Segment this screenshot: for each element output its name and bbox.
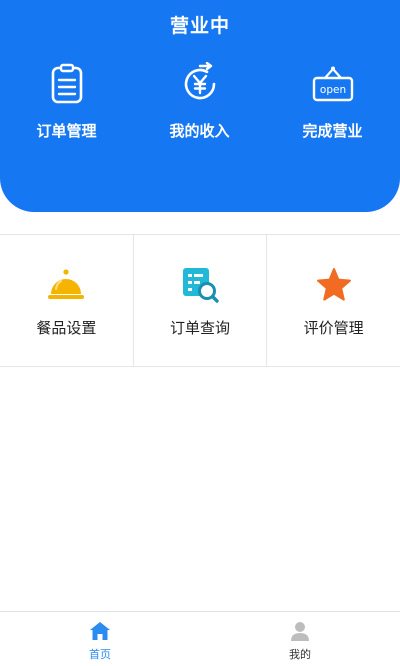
meal-settings-label: 餐品设置 bbox=[36, 319, 97, 337]
yuan-income-icon bbox=[184, 62, 215, 100]
open-sign-icon: open bbox=[312, 66, 353, 102]
user-icon bbox=[291, 622, 309, 641]
business-status-title: 营业中 bbox=[169, 15, 230, 37]
order-query-label: 订单查询 bbox=[170, 319, 231, 337]
clipboard-icon bbox=[51, 63, 82, 104]
nav-tab-mine-label: 我的 bbox=[289, 648, 311, 661]
review-management-button[interactable]: 评价管理 bbox=[267, 235, 400, 366]
review-management-label: 评价管理 bbox=[303, 319, 364, 337]
meal-settings-button[interactable]: 餐品设置 bbox=[0, 235, 134, 366]
close-business-label: 完成营业 bbox=[302, 122, 363, 140]
food-cloche-icon bbox=[48, 269, 85, 299]
nav-tab-home-label: 首页 bbox=[89, 648, 111, 661]
nav-tab-mine[interactable]: 我的 bbox=[200, 612, 400, 666]
order-management-label: 订单管理 bbox=[36, 122, 97, 140]
my-income-button[interactable]: 我的收入 bbox=[133, 62, 266, 141]
close-business-button[interactable]: open 完成营业 bbox=[266, 62, 399, 141]
order-management-button[interactable]: 订单管理 bbox=[0, 62, 133, 141]
star-icon bbox=[316, 268, 351, 301]
feature-grid: 餐品设置 订单查询 评价管理 bbox=[0, 234, 400, 367]
app-screen: 营业中 订单管理 我的收入 open 完成营业 餐品设置 订单查询 评价管理 首… bbox=[0, 0, 400, 666]
order-query-button[interactable]: 订单查询 bbox=[134, 235, 268, 366]
open-sign-text: open bbox=[319, 84, 345, 96]
order-search-icon bbox=[183, 268, 219, 303]
nav-tab-home[interactable]: 首页 bbox=[0, 612, 200, 666]
bottom-navigation: 首页 我的 bbox=[0, 611, 400, 666]
my-income-label: 我的收入 bbox=[169, 122, 230, 140]
home-icon bbox=[90, 622, 110, 640]
header-banner: 营业中 订单管理 我的收入 open 完成营业 bbox=[0, 0, 400, 212]
